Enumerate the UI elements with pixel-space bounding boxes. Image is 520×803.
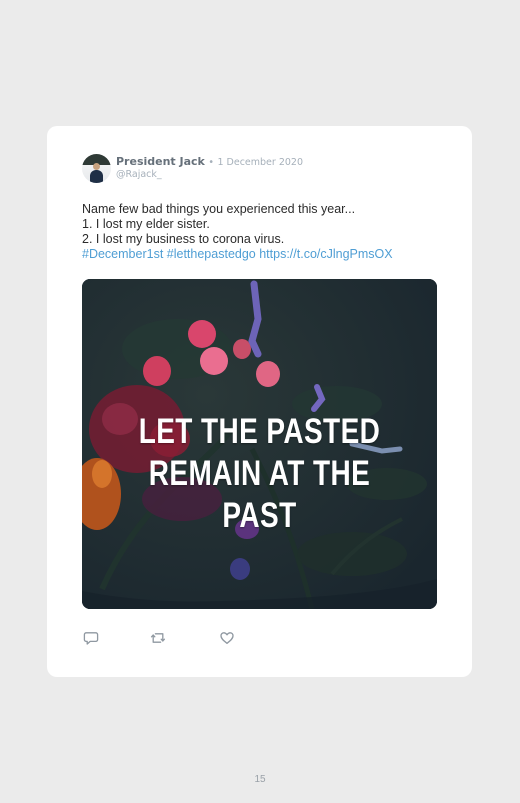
heart-icon xyxy=(220,632,234,644)
tweet-text-line-1: Name few bad things you experienced this… xyxy=(82,202,356,216)
page-number: 15 xyxy=(254,774,266,785)
tweet-actions xyxy=(82,629,262,649)
tweet-text-line-2: 1. I lost my elder sister. xyxy=(82,217,210,231)
hashtag-letthepastedgo[interactable]: #letthepastedgo xyxy=(167,247,256,261)
overlay-line-1: LET THE PASTED xyxy=(138,412,381,451)
image-overlay-text: LET THE PASTED REMAIN AT THE PAST xyxy=(118,411,402,537)
tweet-header: President Jack • 1 December 2020 @Rajack… xyxy=(82,154,442,184)
tweet-image[interactable]: LET THE PASTED REMAIN AT THE PAST xyxy=(82,279,437,609)
user-handle[interactable]: @Rajack_ xyxy=(116,169,162,181)
tweet-date[interactable]: 1 December 2020 xyxy=(217,157,303,168)
tweet-links-line: #December1st #letthepastedgo https://t.c… xyxy=(82,247,442,262)
hashtag-december1st[interactable]: #December1st xyxy=(82,247,163,261)
reply-icon xyxy=(83,632,99,645)
retweet-button[interactable] xyxy=(149,629,167,647)
overlay-line-2: REMAIN AT THE PAST xyxy=(148,454,371,535)
like-button[interactable] xyxy=(218,629,236,647)
date-separator: • xyxy=(208,157,214,168)
tweet-text: Name few bad things you experienced this… xyxy=(82,202,442,262)
avatar[interactable] xyxy=(82,154,111,183)
avatar-head-shape xyxy=(93,163,100,170)
author-line: President Jack • 1 December 2020 xyxy=(116,155,303,169)
tweet-card: President Jack • 1 December 2020 @Rajack… xyxy=(47,126,472,677)
tweet-url-link[interactable]: https://t.co/cJlngPmsOX xyxy=(259,247,392,261)
display-name[interactable]: President Jack xyxy=(116,155,205,168)
reply-button[interactable] xyxy=(82,629,100,647)
avatar-body-shape xyxy=(90,170,103,183)
tweet-text-line-3: 2. I lost my business to corona virus. xyxy=(82,232,285,246)
retweet-icon xyxy=(150,633,166,643)
